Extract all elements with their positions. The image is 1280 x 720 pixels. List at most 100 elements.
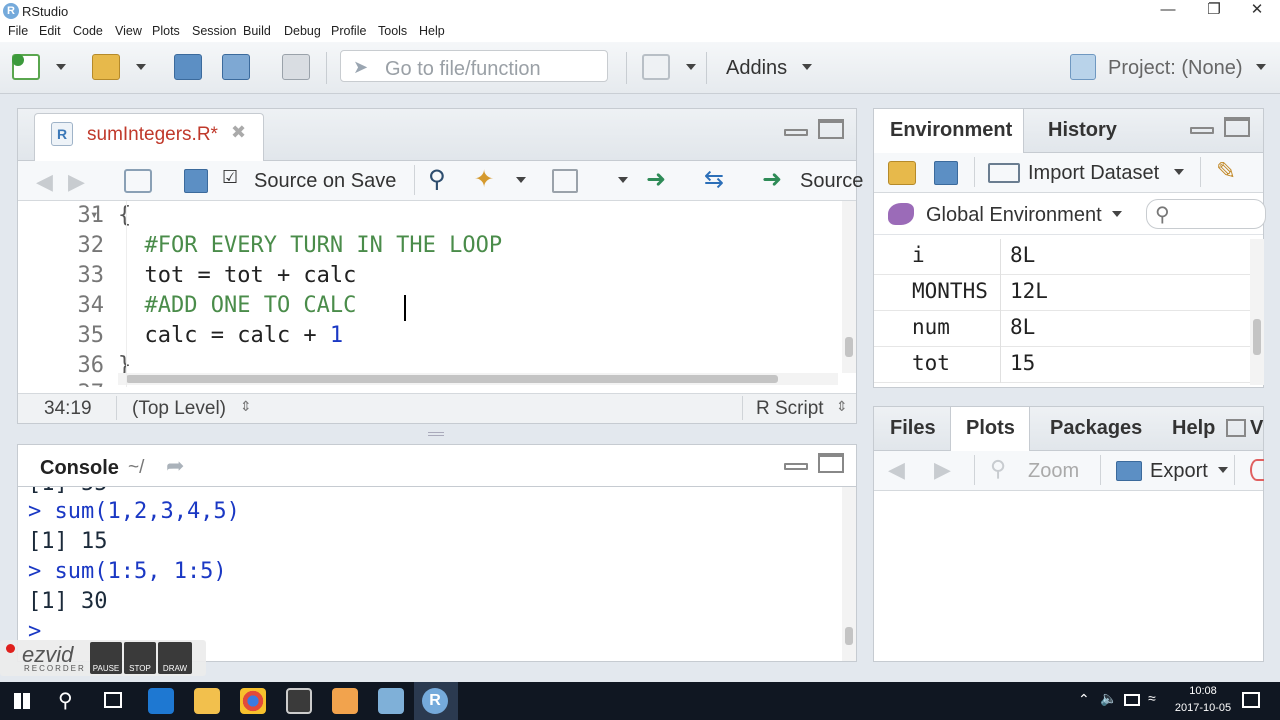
menu-profile[interactable]: Profile — [331, 24, 366, 38]
file-type-selector[interactable]: R Script — [756, 398, 824, 420]
forward-arrow-icon[interactable]: ▶ — [68, 169, 85, 195]
import-dataset-button[interactable]: Import Dataset — [1028, 162, 1159, 185]
tab-files[interactable]: Files — [890, 417, 936, 440]
menu-view[interactable]: View — [115, 24, 142, 38]
tab-help[interactable]: Help — [1172, 417, 1224, 440]
save-all-icon[interactable] — [222, 54, 250, 80]
scroll-thumb[interactable] — [126, 375, 778, 383]
maximize-pane-icon[interactable] — [1224, 117, 1250, 137]
menu-code[interactable]: Code — [73, 24, 103, 38]
forward-arrow-icon[interactable]: ▶ — [934, 457, 951, 483]
stop-button[interactable]: STOP — [124, 642, 156, 674]
project-menu[interactable]: Project: (None) — [1108, 57, 1243, 80]
go-to-file-input[interactable]: ➤ Go to file/function — [340, 50, 608, 82]
menu-build[interactable]: Build — [243, 24, 271, 38]
rerun-icon[interactable]: ⇆ — [704, 165, 724, 194]
show-in-window-icon[interactable] — [124, 169, 152, 193]
tools-app-icon[interactable] — [378, 688, 404, 714]
pause-button[interactable]: PAUSE — [90, 642, 122, 674]
console-output[interactable]: [1] 55 > sum(1,2,3,4,5) [1] 15 > sum(1:5… — [18, 487, 842, 661]
print-icon[interactable] — [282, 54, 310, 80]
chevron-down-icon[interactable] — [1218, 467, 1228, 473]
tab-packages[interactable]: Packages — [1050, 417, 1142, 440]
broom-icon[interactable]: ✎ — [1216, 157, 1236, 186]
tab-plots[interactable]: Plots — [966, 417, 1015, 440]
addins-menu[interactable]: Addins — [726, 57, 787, 80]
source-button[interactable]: Source — [800, 170, 863, 193]
chevron-up-icon[interactable]: ⌃ — [1078, 691, 1090, 708]
environment-search-input[interactable]: ⚲ — [1146, 199, 1266, 229]
grid-layout-icon[interactable] — [642, 54, 670, 80]
wifi-icon[interactable]: ≈ — [1148, 690, 1156, 706]
notifications-icon[interactable] — [1242, 692, 1260, 708]
updown-icon[interactable]: ⇕ — [240, 398, 252, 415]
chevron-down-icon[interactable] — [802, 64, 812, 70]
compile-report-icon[interactable] — [552, 169, 578, 193]
run-lines-icon[interactable]: ➜ — [646, 165, 666, 194]
menu-plots[interactable]: Plots — [152, 24, 180, 38]
checkbox-icon[interactable]: ☑ — [222, 167, 238, 188]
chevron-down-icon[interactable] — [618, 177, 628, 183]
search-icon[interactable]: ⚲ — [428, 165, 446, 194]
battery-icon[interactable] — [1124, 694, 1140, 706]
chevron-down-icon[interactable] — [686, 64, 696, 70]
environment-scrollbar[interactable] — [1250, 239, 1264, 385]
code-editor[interactable]: 31 ▾ { 32 #FOR EVERY TURN IN THE LOOP 33… — [18, 201, 856, 387]
search-icon[interactable]: ⚲ — [58, 688, 73, 713]
menu-file[interactable]: File — [8, 24, 28, 38]
back-arrow-icon[interactable]: ◀ — [888, 457, 905, 483]
chevron-down-icon[interactable] — [56, 64, 66, 70]
scope-selector[interactable]: (Top Level) — [132, 398, 226, 420]
save-icon[interactable] — [184, 169, 208, 193]
source-on-save-label[interactable]: Source on Save — [254, 170, 396, 193]
back-arrow-icon[interactable]: ◀ — [36, 169, 53, 195]
tab-history[interactable]: History — [1048, 119, 1117, 142]
minimize-pane-icon[interactable] — [1190, 127, 1214, 134]
menu-tools[interactable]: Tools — [378, 24, 407, 38]
task-view-icon[interactable] — [104, 692, 122, 708]
global-environment-selector[interactable]: Global Environment — [926, 204, 1102, 227]
volume-icon[interactable]: 🔈 — [1100, 690, 1117, 707]
clock-time[interactable]: 10:08 — [1176, 685, 1230, 697]
maximize-button[interactable]: ❐ — [1191, 0, 1237, 22]
console-scrollbar[interactable] — [842, 487, 856, 661]
maximize-pane-icon[interactable] — [818, 453, 844, 473]
fold-icon[interactable]: ▾ — [90, 207, 98, 223]
chevron-down-icon[interactable] — [1112, 211, 1122, 217]
tab-environment[interactable]: Environment — [890, 119, 1012, 142]
editor-vertical-scrollbar[interactable] — [842, 201, 856, 373]
edge-browser-icon[interactable] — [148, 688, 174, 714]
zoom-icon[interactable]: ⚲ — [990, 456, 1006, 482]
remove-plot-icon[interactable] — [1250, 459, 1264, 481]
minimize-pane-icon[interactable] — [784, 463, 808, 470]
tab-sumIntegers[interactable]: R sumIntegers.R* ✖ — [34, 113, 264, 161]
chevron-down-icon[interactable] — [516, 177, 526, 183]
menu-edit[interactable]: Edit — [39, 24, 61, 38]
minimize-pane-icon[interactable] — [784, 129, 808, 136]
clock-date[interactable]: 2017-10-05 — [1168, 702, 1238, 714]
close-tab-icon[interactable]: ✖ — [231, 122, 246, 143]
draw-button[interactable]: DRAW — [158, 642, 192, 674]
scroll-thumb[interactable] — [845, 337, 853, 357]
table-row[interactable]: i 8L — [874, 239, 1254, 275]
menu-debug[interactable]: Debug — [284, 24, 321, 38]
updown-icon[interactable]: ⇕ — [836, 398, 848, 415]
load-workspace-icon[interactable] — [888, 161, 916, 185]
chevron-down-icon[interactable] — [1174, 169, 1184, 175]
maximize-pane-icon[interactable] — [1226, 419, 1246, 437]
store-icon[interactable] — [286, 688, 312, 714]
chevron-down-icon[interactable] — [136, 64, 146, 70]
pane-splitter[interactable] — [428, 432, 444, 436]
chrome-icon[interactable] — [240, 688, 266, 714]
goto-directory-icon[interactable]: ➦ — [166, 453, 184, 479]
save-workspace-icon[interactable] — [934, 161, 958, 185]
table-row[interactable]: tot 15 — [874, 347, 1254, 383]
media-app-icon[interactable] — [332, 688, 358, 714]
file-explorer-icon[interactable] — [194, 688, 220, 714]
zoom-button[interactable]: Zoom — [1028, 460, 1079, 483]
source-file-icon[interactable]: ➜ — [762, 165, 782, 194]
close-button[interactable]: ✕ — [1234, 0, 1280, 22]
menu-help[interactable]: Help — [419, 24, 445, 38]
open-folder-icon[interactable] — [92, 54, 120, 80]
rstudio-taskbar-icon[interactable]: R — [422, 688, 448, 714]
